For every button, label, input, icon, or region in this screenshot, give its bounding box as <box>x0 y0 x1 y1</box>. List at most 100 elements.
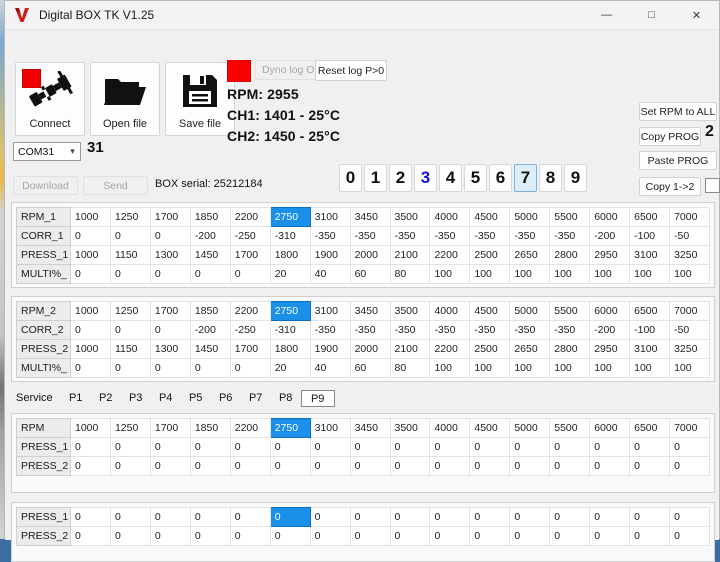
cell[interactable]: 3500 <box>389 418 431 438</box>
cell[interactable]: 0 <box>229 437 271 457</box>
cell[interactable]: 4000 <box>429 301 471 321</box>
cell[interactable]: 0 <box>229 358 271 378</box>
cell[interactable]: 0 <box>349 507 391 527</box>
cell[interactable]: 1800 <box>269 339 311 359</box>
cell[interactable]: 6500 <box>629 301 671 321</box>
cell[interactable]: -310 <box>269 320 311 340</box>
copy-1-to-2-button[interactable]: Copy 1->2 <box>639 177 701 196</box>
cell[interactable]: 0 <box>229 526 271 546</box>
cell[interactable]: -310 <box>269 226 311 246</box>
cell[interactable]: 0 <box>309 507 351 527</box>
cell[interactable]: 0 <box>669 507 710 527</box>
service-tab-P1[interactable]: P1 <box>61 392 91 404</box>
cell[interactable]: 0 <box>509 507 551 527</box>
cell[interactable]: 6500 <box>629 207 671 227</box>
cell[interactable]: 0 <box>149 526 191 546</box>
cell[interactable]: 1450 <box>189 245 231 265</box>
cell[interactable]: 0 <box>70 320 111 340</box>
cell[interactable]: 2950 <box>589 245 631 265</box>
cell[interactable]: 1250 <box>109 301 151 321</box>
cell[interactable]: -350 <box>549 226 591 246</box>
cell[interactable]: 0 <box>389 526 431 546</box>
cell[interactable]: 4500 <box>469 418 511 438</box>
cell[interactable]: -350 <box>309 320 351 340</box>
cell[interactable]: -350 <box>389 226 431 246</box>
cell[interactable]: 5500 <box>549 418 591 438</box>
cell[interactable]: 5000 <box>509 207 551 227</box>
cell[interactable]: 1700 <box>229 245 271 265</box>
cell[interactable]: 6000 <box>589 207 631 227</box>
cell[interactable]: 5000 <box>509 301 551 321</box>
cell[interactable]: 1450 <box>189 339 231 359</box>
cell[interactable]: -200 <box>589 226 631 246</box>
copy-1-to-2-checkbox[interactable] <box>705 178 720 193</box>
cell[interactable]: 0 <box>389 437 431 457</box>
copy-prog-button[interactable]: Copy PROG <box>639 127 701 146</box>
cell[interactable]: 0 <box>589 526 631 546</box>
cell[interactable]: 3450 <box>349 418 391 438</box>
cell[interactable]: 3250 <box>669 339 710 359</box>
cell[interactable]: 20 <box>269 264 311 284</box>
cell[interactable]: 100 <box>429 264 471 284</box>
cell[interactable]: -200 <box>589 320 631 340</box>
cell[interactable]: 1000 <box>70 207 111 227</box>
cell[interactable]: 60 <box>349 264 391 284</box>
cell[interactable]: 100 <box>549 264 591 284</box>
cell[interactable]: 0 <box>509 456 551 476</box>
cell[interactable]: 100 <box>629 264 671 284</box>
cell[interactable]: 0 <box>509 437 551 457</box>
cell[interactable]: 100 <box>669 358 710 378</box>
cell[interactable]: 0 <box>189 507 231 527</box>
cell[interactable]: -250 <box>229 320 271 340</box>
cell[interactable]: 0 <box>629 437 671 457</box>
program-digit-9[interactable]: 9 <box>564 164 587 192</box>
cell[interactable]: 0 <box>70 437 111 457</box>
cell[interactable]: -350 <box>349 226 391 246</box>
cell[interactable]: 2750 <box>269 207 311 227</box>
cell[interactable]: 1900 <box>309 245 351 265</box>
maximize-button[interactable]: □ <box>629 1 674 29</box>
program-digit-4[interactable]: 4 <box>439 164 462 192</box>
cell[interactable]: 0 <box>469 456 511 476</box>
cell[interactable]: 5000 <box>509 418 551 438</box>
dyno-p0-table[interactable]: RPM 1000 1250 1700 1850 2200 2750 3100 3450 3500 4… <box>16 418 710 476</box>
service-tab-P8[interactable]: P8 <box>271 392 301 404</box>
cell[interactable]: 0 <box>269 456 311 476</box>
close-button[interactable]: ✕ <box>674 1 719 29</box>
cell[interactable]: 0 <box>669 456 710 476</box>
cell[interactable]: 1700 <box>229 339 271 359</box>
set-rpm-to-all-button[interactable]: Set RPM to ALL <box>639 102 717 121</box>
cell[interactable]: 0 <box>229 507 271 527</box>
cell[interactable]: 1900 <box>309 339 351 359</box>
cell[interactable]: 80 <box>389 358 431 378</box>
cell[interactable]: 2100 <box>389 245 431 265</box>
cell[interactable]: 100 <box>669 264 710 284</box>
dyno-pgt0-table[interactable]: PRESS_1 0 0 0 0 0 0 0 0 0 0 0 0 0 0 0 0 PRESS_2 0 0 0 0 0 0 0 0 0 0… <box>16 507 710 546</box>
cell[interactable]: 0 <box>229 264 271 284</box>
cell[interactable]: 1300 <box>149 245 191 265</box>
cell[interactable]: 0 <box>70 526 111 546</box>
prog2-table[interactable]: RPM_2 1000 1250 1700 1850 2200 2750 3100 3450 350… <box>16 301 710 378</box>
cell[interactable]: 0 <box>229 456 271 476</box>
reset-log-button[interactable]: Reset log P>0 <box>315 60 387 81</box>
cell[interactable]: 3450 <box>349 207 391 227</box>
cell[interactable]: 3500 <box>389 207 431 227</box>
service-tab-P2[interactable]: P2 <box>91 392 121 404</box>
cell[interactable]: 1850 <box>189 418 231 438</box>
program-digit-8[interactable]: 8 <box>539 164 562 192</box>
cell[interactable]: 2650 <box>509 245 551 265</box>
cell[interactable]: 2200 <box>229 418 271 438</box>
cell[interactable]: 0 <box>149 437 191 457</box>
cell[interactable]: 3100 <box>629 245 671 265</box>
save-file-button[interactable]: Save file <box>165 62 235 136</box>
cell[interactable]: 0 <box>109 226 151 246</box>
cell[interactable]: -350 <box>349 320 391 340</box>
cell[interactable]: 0 <box>629 507 671 527</box>
cell[interactable]: 100 <box>589 264 631 284</box>
cell[interactable]: 4500 <box>469 301 511 321</box>
cell[interactable]: 1000 <box>70 418 111 438</box>
cell[interactable]: -100 <box>629 226 671 246</box>
cell[interactable]: 2500 <box>469 245 511 265</box>
cell[interactable]: 7000 <box>669 418 710 438</box>
cell[interactable]: -350 <box>429 226 471 246</box>
